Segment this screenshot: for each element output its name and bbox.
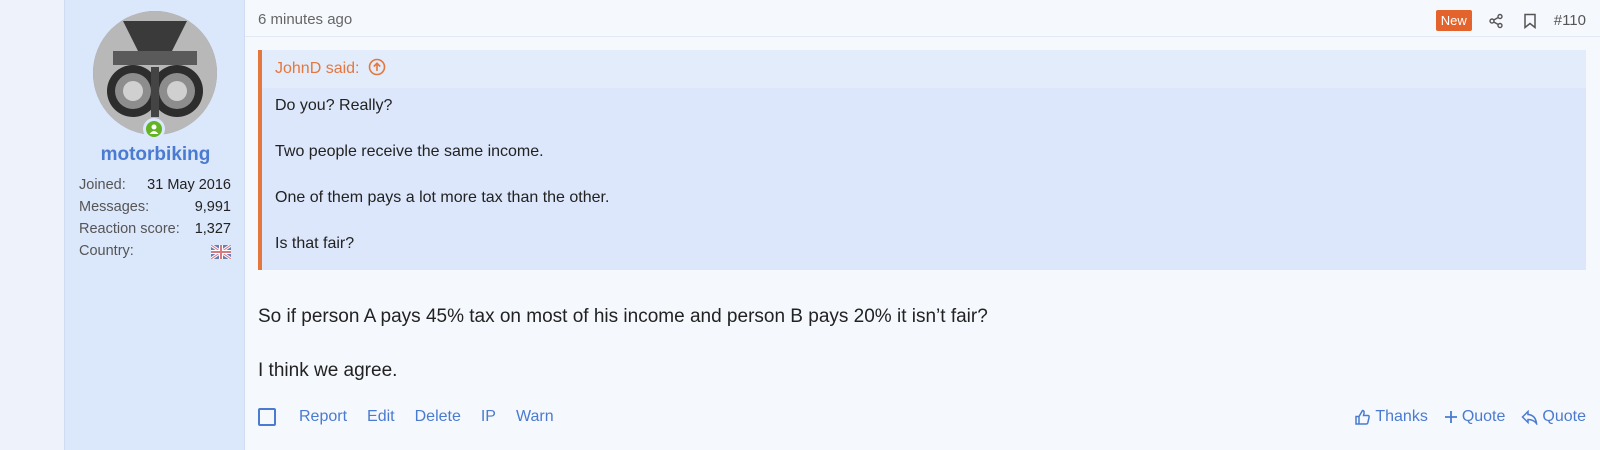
quote-line: Is that fair?: [275, 235, 355, 252]
avatar-image: [93, 11, 217, 135]
quote-line: Do you? Really?: [275, 97, 393, 114]
uk-flag-icon: [210, 243, 232, 261]
bookmark-icon[interactable]: [1520, 11, 1540, 31]
quote-author[interactable]: JohnD said:: [275, 60, 360, 78]
avatar[interactable]: [93, 11, 217, 135]
stat-value[interactable]: 9,991: [195, 196, 231, 218]
stat-label: Joined:: [79, 177, 126, 193]
thanks-button[interactable]: Thanks: [1354, 408, 1428, 426]
stat-value[interactable]: 1,327: [195, 218, 231, 240]
quote-header[interactable]: JohnD said:: [262, 50, 1586, 88]
post-main: 6 minutes ago New #110 JohnD said: Do yo…: [245, 0, 1600, 450]
quote-button[interactable]: Quote: [1521, 408, 1586, 426]
message-line: I think we agree.: [258, 360, 398, 381]
quote-label: Quote: [1542, 408, 1586, 425]
share-icon[interactable]: [1486, 11, 1506, 31]
quote-line: One of them pays a lot more tax than the…: [275, 189, 610, 206]
stat-joined: Joined: 31 May 2016: [79, 174, 231, 196]
select-post-checkbox[interactable]: [258, 408, 276, 426]
reply-icon: [1521, 409, 1538, 425]
moderation-actions: Report Edit Delete IP Warn: [258, 408, 554, 426]
multi-quote-label: Quote: [1461, 408, 1506, 425]
stat-label: Messages:: [79, 199, 150, 215]
stat-label: Country:: [79, 243, 134, 259]
ip-link[interactable]: IP: [481, 408, 496, 426]
post-header: 6 minutes ago New #110: [245, 0, 1600, 37]
user-cell: motorbiking Joined: 31 May 2016 Messages…: [64, 0, 256, 450]
arrow-up-circle-icon[interactable]: [368, 58, 386, 81]
online-status-icon: [143, 118, 165, 140]
reaction-actions: Thanks Quote Quote: [1354, 408, 1586, 426]
warn-link[interactable]: Warn: [516, 408, 554, 426]
username[interactable]: motorbiking: [65, 144, 246, 166]
stat-reaction-score: Reaction score: 1,327: [79, 218, 231, 240]
message-line: So if person A pays 45% tax on most of h…: [258, 306, 988, 327]
stat-label: Reaction score:: [79, 221, 180, 237]
quote-body: Do you? Really? Two people receive the s…: [262, 88, 1586, 281]
post-number[interactable]: #110: [1554, 12, 1586, 29]
post-time[interactable]: 6 minutes ago: [258, 11, 352, 28]
quote-line: Two people receive the same income.: [275, 143, 544, 160]
multi-quote-button[interactable]: Quote: [1444, 408, 1506, 426]
plus-icon: [1444, 411, 1457, 423]
stat-messages: Messages: 9,991: [79, 196, 231, 218]
edit-link[interactable]: Edit: [367, 408, 395, 426]
user-stats: Joined: 31 May 2016 Messages: 9,991 Reac…: [79, 174, 232, 262]
quote-block: JohnD said: Do you? Really? Two people r…: [258, 50, 1586, 270]
delete-link[interactable]: Delete: [415, 408, 461, 426]
message-body: So if person A pays 45% tax on most of h…: [258, 306, 988, 414]
report-link[interactable]: Report: [299, 408, 347, 426]
thumbs-up-icon: [1355, 409, 1371, 425]
stat-value: 31 May 2016: [147, 177, 231, 193]
post: motorbiking Joined: 31 May 2016 Messages…: [64, 0, 1600, 450]
thanks-label: Thanks: [1375, 408, 1428, 425]
stat-country: Country:: [79, 240, 232, 262]
post-header-actions: New #110: [1435, 10, 1586, 31]
new-badge: New: [1435, 10, 1472, 31]
